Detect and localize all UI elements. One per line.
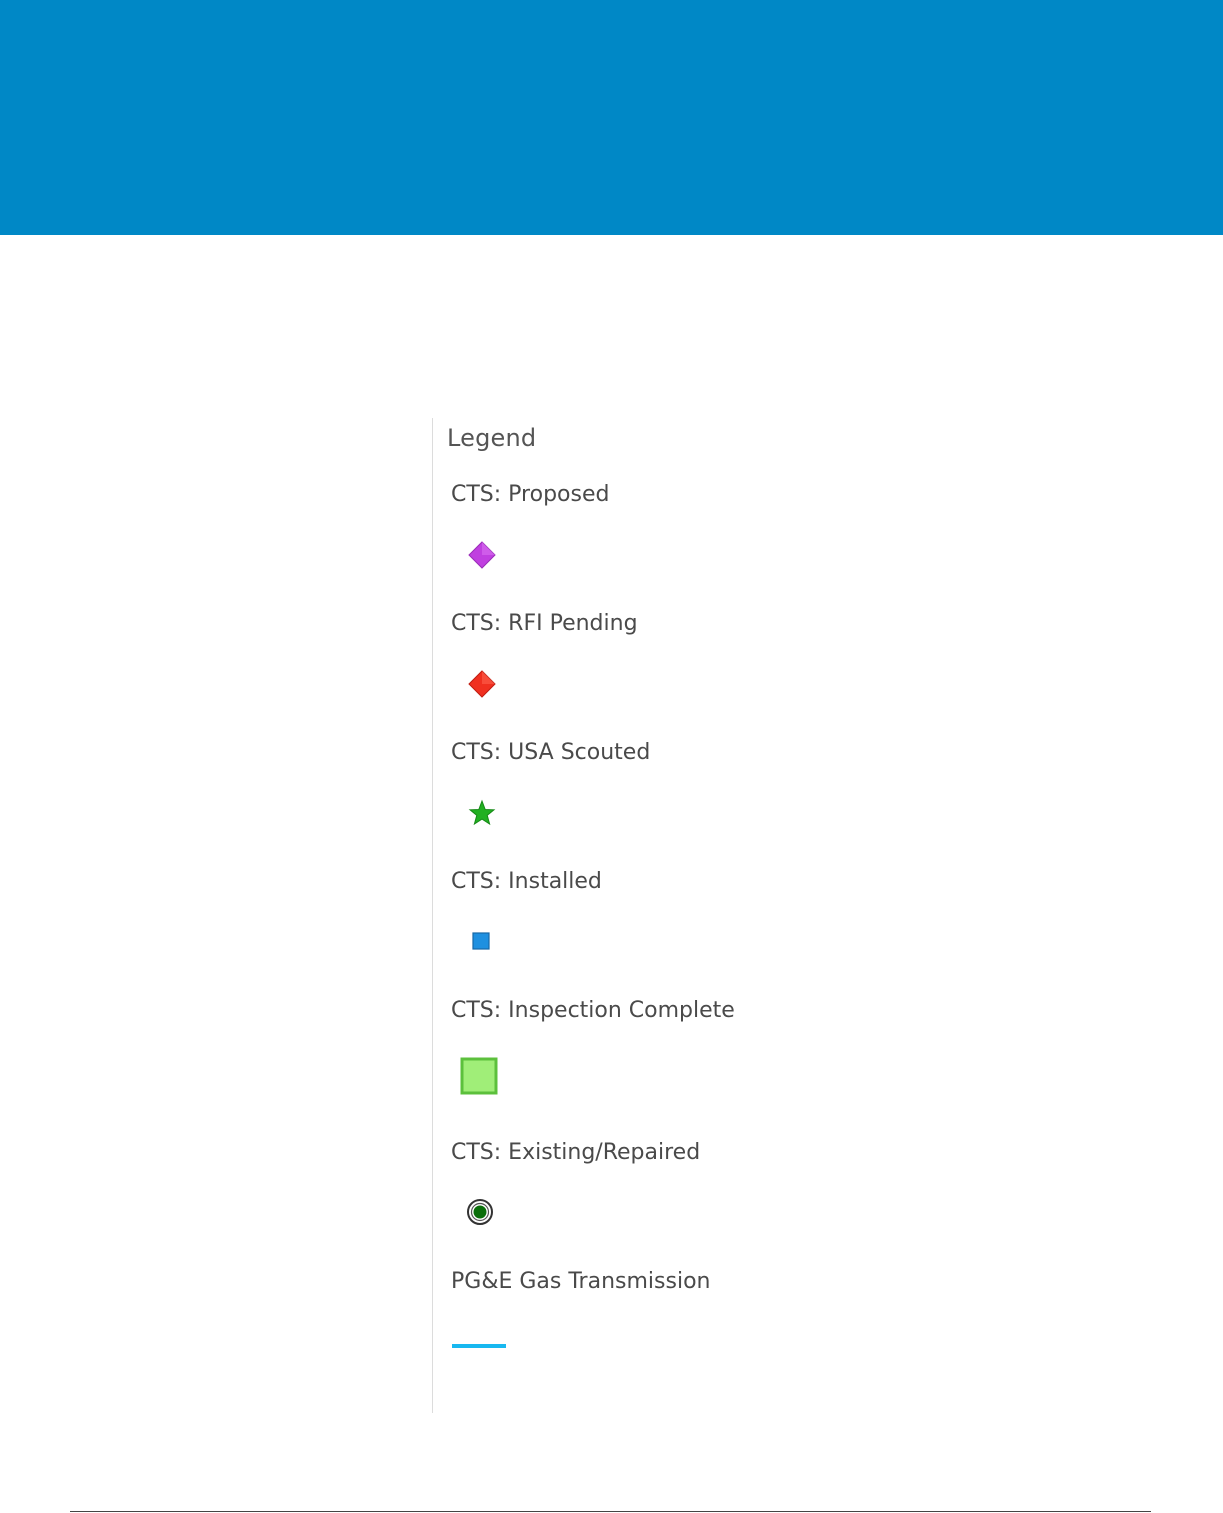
legend-label-rfi-pending: CTS: RFI Pending	[451, 611, 638, 636]
purple-diamond-icon	[468, 541, 496, 569]
legend-title: Legend	[447, 424, 537, 452]
legend-label-proposed: CTS: Proposed	[451, 482, 610, 507]
top-banner	[0, 0, 1223, 235]
legend-label-installed: CTS: Installed	[451, 869, 602, 894]
legend-label-existing-repaired: CTS: Existing/Repaired	[451, 1140, 701, 1165]
red-diamond-icon	[468, 670, 496, 698]
legend-label-pge-gas-transmission: PG&E Gas Transmission	[451, 1269, 711, 1294]
legend-label-inspection-complete: CTS: Inspection Complete	[451, 998, 735, 1023]
blue-square-icon	[472, 932, 490, 950]
dark-green-bullseye-icon	[467, 1199, 493, 1225]
footer-divider	[70, 1511, 1151, 1512]
legend-panel: Legend CTS: Proposed CTS: RFI Pending CT…	[432, 418, 853, 1413]
green-star-icon	[468, 799, 496, 826]
legend-label-usa-scouted: CTS: USA Scouted	[451, 740, 651, 765]
light-green-square-icon	[460, 1057, 498, 1095]
cyan-line-icon	[452, 1344, 506, 1348]
